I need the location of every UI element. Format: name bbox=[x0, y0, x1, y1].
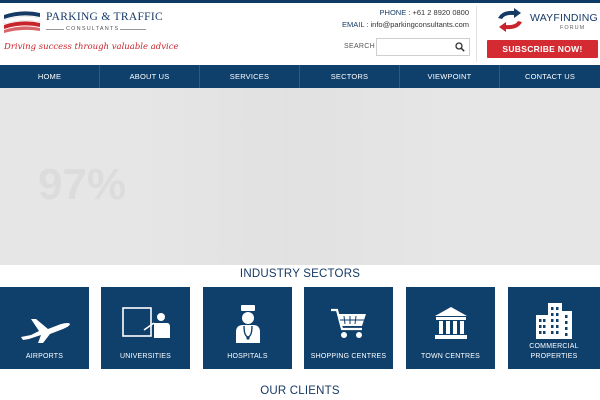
email-link[interactable]: info@parkingconsultants.com bbox=[371, 20, 470, 29]
hero-watermark: 97% bbox=[38, 160, 127, 209]
sector-label: UNIVERSITIES bbox=[119, 353, 172, 360]
our-clients-heading: OUR CLIENTS bbox=[260, 385, 340, 397]
hero-shading bbox=[130, 88, 450, 265]
sector-label: HOSPITALS bbox=[227, 353, 268, 360]
hero-banner[interactable]: 97% bbox=[0, 88, 600, 265]
company-logo[interactable]: PARKING & TRAFFIC CONSULTANTS Driving su… bbox=[2, 7, 179, 55]
nav-item-viewpoint[interactable]: VIEWPOINT bbox=[400, 65, 500, 88]
phone-label: PHONE : bbox=[379, 8, 411, 17]
subscribe-button[interactable]: SUBSCRIBE NOW! bbox=[487, 40, 598, 58]
nurse-icon bbox=[235, 305, 260, 343]
logo-tagline: Driving success through valuable advice bbox=[4, 42, 179, 52]
nav-item-services[interactable]: SERVICES bbox=[200, 65, 300, 88]
email-label: EMAIL : bbox=[342, 20, 369, 29]
sector-tile-shopping-centres[interactable]: SHOPPING CENTRES bbox=[304, 287, 393, 369]
nav-item-about-us[interactable]: ABOUT US bbox=[100, 65, 200, 88]
wayfinding-subtitle: FORUM bbox=[560, 25, 586, 31]
nav-item-contact-us[interactable]: CONTACT US bbox=[500, 65, 600, 88]
main-nav: HOME ABOUT US SERVICES SECTORS VIEWPOINT… bbox=[0, 65, 600, 88]
nav-item-sectors[interactable]: SECTORS bbox=[300, 65, 400, 88]
sector-label: TOWN CENTRES bbox=[420, 353, 481, 360]
logo-subtitle: CONSULTANTS bbox=[66, 26, 120, 32]
sector-label: SHOPPING CENTRES bbox=[310, 353, 387, 360]
office-buildings-icon bbox=[536, 303, 572, 339]
sector-tiles: AIRPORTS UNIVERSITIES HOSPITALS SHOPPING… bbox=[0, 287, 600, 369]
civic-building-icon bbox=[434, 307, 467, 339]
sector-tile-universities[interactable]: UNIVERSITIES bbox=[101, 287, 190, 369]
airplane-icon bbox=[20, 319, 70, 343]
sector-tile-hospitals[interactable]: HOSPITALS bbox=[203, 287, 292, 369]
logo-rule-left bbox=[46, 29, 64, 30]
wayfinding-arrows-icon bbox=[498, 8, 522, 32]
sector-tile-commercial-properties[interactable]: COMMERCIAL PROPERTIES bbox=[508, 287, 600, 369]
logo-title: PARKING & TRAFFIC bbox=[46, 11, 163, 23]
search-input[interactable] bbox=[379, 40, 453, 54]
industry-sectors-heading: INDUSTRY SECTORS bbox=[239, 268, 361, 280]
search-icon[interactable] bbox=[455, 42, 465, 52]
phone-line: PHONE : +61 2 8920 0800 bbox=[342, 7, 469, 19]
sector-label: AIRPORTS bbox=[25, 353, 64, 360]
wayfinding-forum-logo[interactable]: WAYFINDING FORUM bbox=[494, 7, 598, 35]
header-divider bbox=[476, 6, 477, 62]
sector-tile-town-centres[interactable]: TOWN CENTRES bbox=[406, 287, 495, 369]
site-header: PARKING & TRAFFIC CONSULTANTS Driving su… bbox=[0, 3, 600, 65]
search-label: SEARCH bbox=[344, 43, 375, 50]
search-box[interactable] bbox=[376, 38, 470, 56]
page: PARKING & TRAFFIC CONSULTANTS Driving su… bbox=[0, 0, 600, 400]
contact-info: PHONE : +61 2 8920 0800 EMAIL : info@par… bbox=[342, 7, 469, 31]
lecturer-icon bbox=[121, 307, 170, 338]
phone-number[interactable]: +61 2 8920 0800 bbox=[412, 8, 469, 17]
logo-rule-right bbox=[120, 29, 146, 30]
flag-logo-icon bbox=[3, 11, 41, 33]
sector-label: COMMERCIAL PROPERTIES bbox=[529, 343, 579, 360]
nav-item-home[interactable]: HOME bbox=[0, 65, 100, 88]
sector-tile-airports[interactable]: AIRPORTS bbox=[0, 287, 89, 369]
shopping-cart-icon bbox=[330, 308, 366, 338]
wayfinding-title: WAYFINDING bbox=[530, 12, 598, 24]
email-line: EMAIL : info@parkingconsultants.com bbox=[342, 19, 469, 31]
